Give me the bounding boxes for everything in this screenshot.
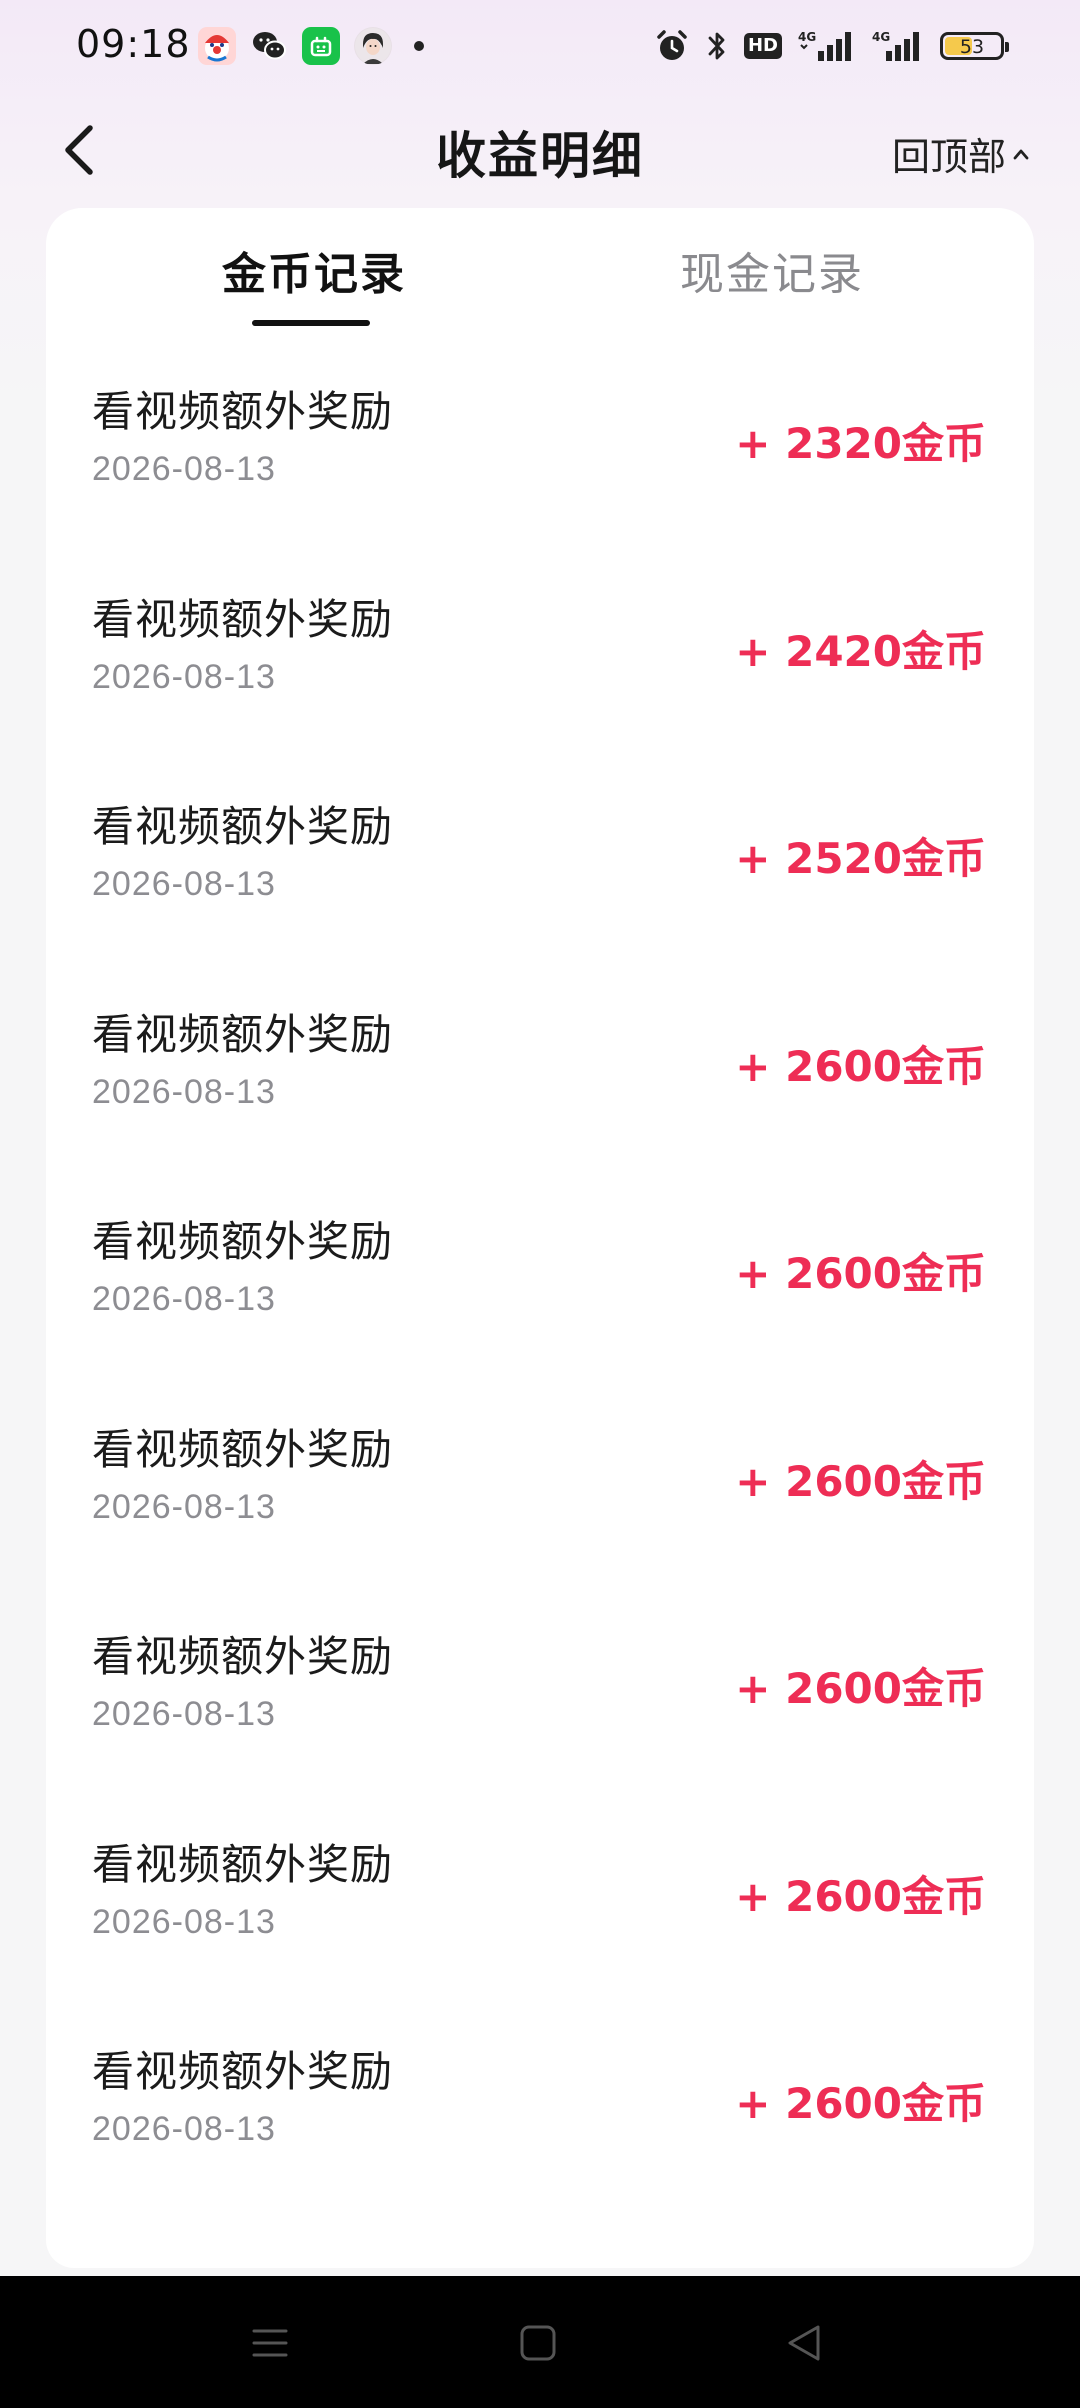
notification-app-icons: [198, 27, 424, 65]
alarm-icon: [654, 28, 690, 64]
record-amount: + 2600金币: [735, 2079, 986, 2128]
recent-apps-button[interactable]: [245, 2318, 295, 2368]
record-date: 2026-08-13: [92, 865, 276, 903]
record-title: 看视频额外奖励: [92, 2047, 394, 2096]
tab-cash-records[interactable]: 现金记录: [680, 238, 864, 302]
home-square-icon: [520, 2325, 556, 2361]
battery-icon: 53: [940, 32, 1009, 60]
triangle-back-icon: [788, 2325, 820, 2361]
list-item: 看视频额外奖励 2026-08-13 + 2600金币: [46, 1831, 1034, 2039]
list-item: 看视频额外奖励 2026-08-13 + 2600金币: [46, 1416, 1034, 1624]
hd-icon: HD: [743, 33, 782, 59]
record-title: 看视频额外奖励: [92, 1632, 394, 1681]
home-button[interactable]: [513, 2318, 563, 2368]
back-to-top-button[interactable]: 回顶部: [892, 126, 1030, 181]
green-app-icon: [302, 27, 340, 65]
status-time: 09:18: [76, 22, 191, 66]
back-to-top-label: 回顶部: [891, 135, 1006, 179]
svg-text:4G: 4G: [798, 30, 816, 44]
record-title: 看视频额外奖励: [92, 1424, 394, 1474]
menu-icon: [252, 2329, 288, 2357]
battery-level: 53: [959, 36, 985, 58]
list-item: 看视频额外奖励 2026-08-13 + 2600金币: [46, 2038, 1034, 2246]
list-item: 看视频额外奖励 2026-08-13 + 2600金币: [46, 1208, 1034, 1416]
status-bar: 09:18 HD 4G 4G 53: [0, 0, 1080, 96]
record-amount: + 2600金币: [735, 1871, 986, 1921]
chevron-up-icon: [1013, 149, 1029, 159]
list-item: 看视频额外奖励 2026-08-13 + 2600金币: [46, 1001, 1034, 1209]
system-back-button[interactable]: [779, 2318, 829, 2368]
tab-bar: 金币记录 现金记录: [46, 208, 1034, 328]
record-amount: + 2600金币: [735, 1664, 986, 1713]
avatar-app-icon: [354, 27, 392, 65]
record-title: 看视频额外奖励: [92, 1217, 394, 1266]
list-item: 看视频额外奖励 2026-08-13 + 2320金币: [46, 378, 1034, 586]
record-amount: + 2320金币: [735, 419, 986, 468]
record-title: 看视频额外奖励: [92, 1839, 394, 1889]
system-nav-bar: [0, 2276, 1080, 2408]
record-date: 2026-08-13: [92, 1487, 276, 1526]
status-right-icons: HD 4G 4G 53: [654, 28, 1009, 64]
record-amount: + 2420金币: [735, 626, 986, 676]
record-amount: + 2600金币: [735, 1041, 986, 1091]
record-date: 2026-08-13: [92, 1695, 276, 1733]
svg-text:4G: 4G: [872, 30, 890, 44]
record-date: 2026-08-13: [92, 2110, 276, 2148]
notification-dot: [414, 41, 424, 51]
record-date: 2026-08-13: [92, 1280, 276, 1318]
record-title: 看视频额外奖励: [92, 594, 394, 644]
record-title: 看视频额外奖励: [92, 387, 394, 436]
record-date: 2026-08-13: [92, 657, 276, 696]
record-date: 2026-08-13: [92, 1072, 276, 1111]
record-date: 2026-08-13: [92, 450, 276, 488]
record-title: 看视频额外奖励: [92, 1009, 394, 1059]
record-list: 看视频额外奖励 2026-08-13 + 2320金币 看视频额外奖励 2026…: [46, 378, 1034, 2246]
record-amount: + 2520金币: [735, 834, 986, 883]
bluetooth-icon: [706, 28, 728, 64]
record-title: 看视频额外奖励: [92, 802, 394, 851]
record-amount: + 2600金币: [735, 1456, 986, 1506]
active-tab-indicator: [252, 320, 370, 326]
app-clown-icon: [198, 27, 236, 65]
header: 收益明细 回顶部: [0, 96, 1080, 206]
list-item: 看视频额外奖励 2026-08-13 + 2520金币: [46, 793, 1034, 1001]
wechat-icon: [250, 27, 288, 65]
list-item: 看视频额外奖励 2026-08-13 + 2420金币: [46, 586, 1034, 794]
record-amount: + 2600金币: [735, 1249, 986, 1298]
record-date: 2026-08-13: [92, 1902, 276, 1941]
list-item: 看视频额外奖励 2026-08-13 + 2600金币: [46, 1623, 1034, 1831]
records-card: 金币记录 现金记录 看视频额外奖励 2026-08-13 + 2320金币 看视…: [46, 208, 1034, 2268]
tab-coin-records[interactable]: 金币记录: [222, 238, 406, 302]
signal-4g-icon: 4G: [872, 29, 924, 63]
signal-4g-icon: 4G: [798, 29, 856, 63]
